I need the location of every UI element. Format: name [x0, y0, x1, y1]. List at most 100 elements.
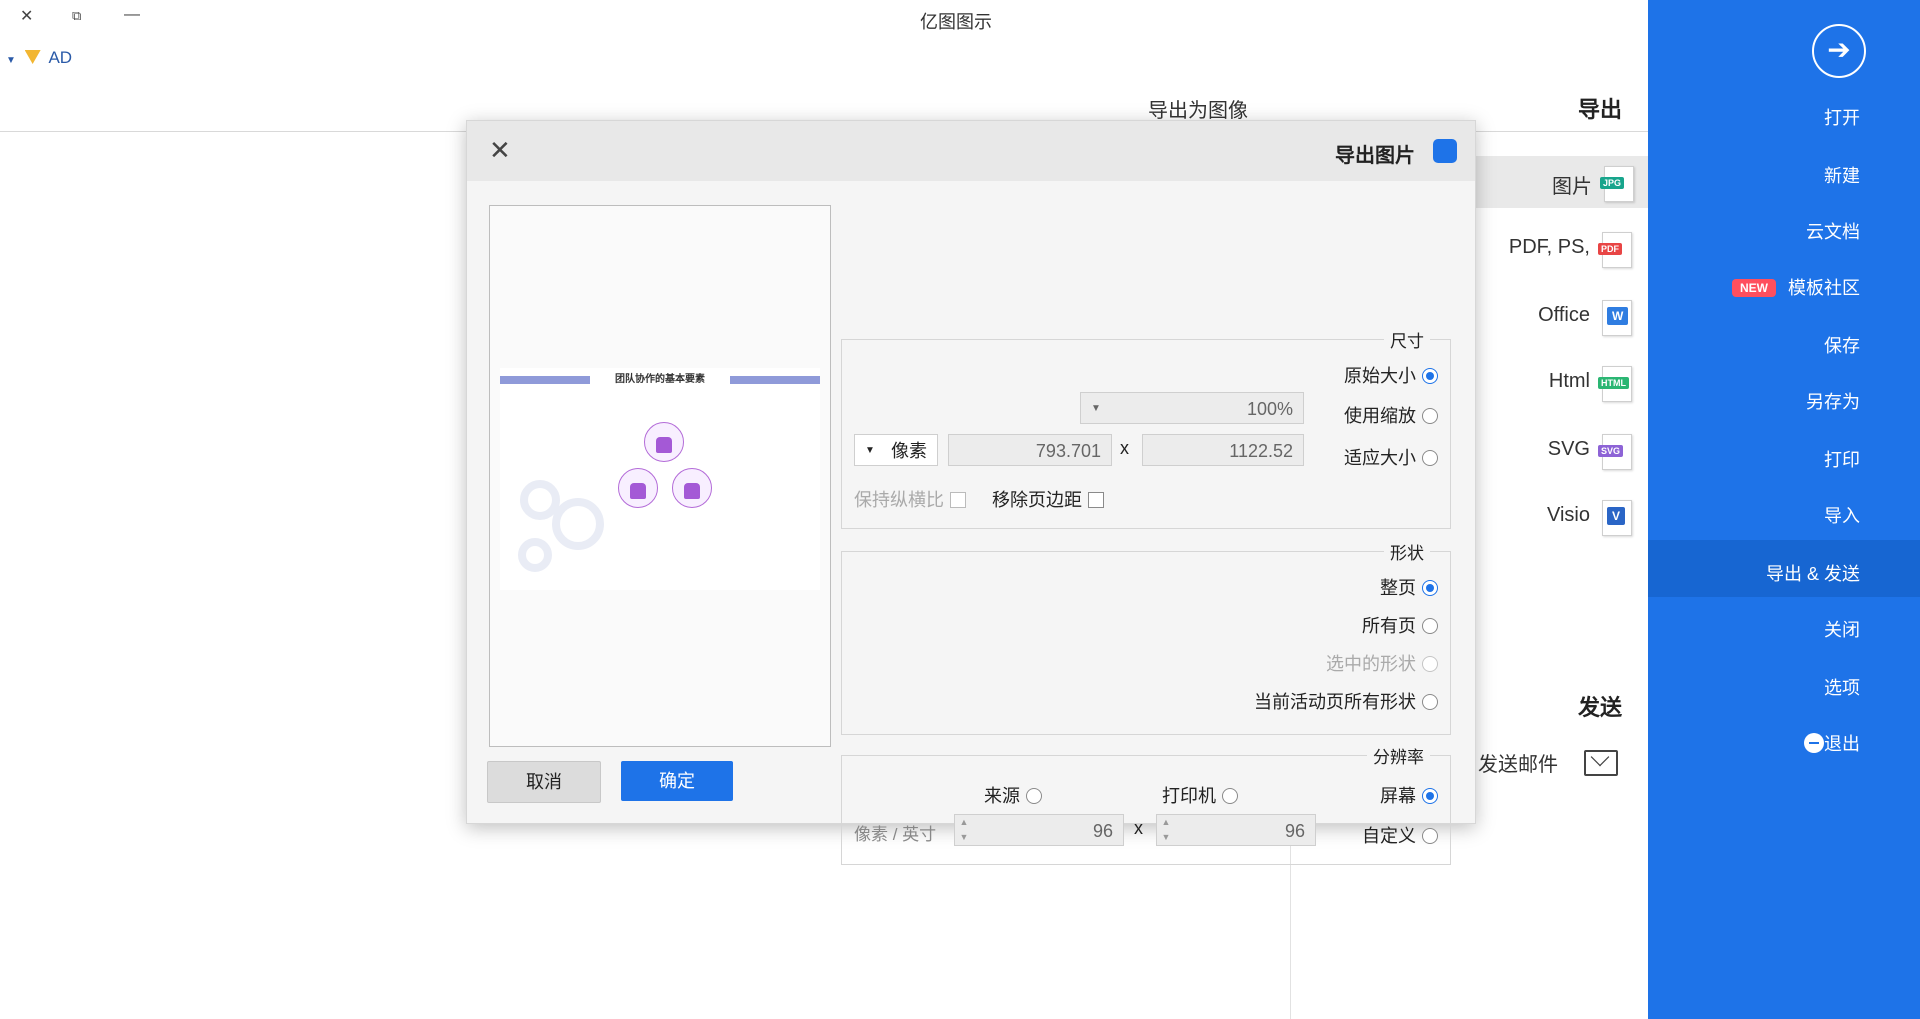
jpg-file-icon: JPG: [1600, 166, 1634, 202]
custom-option[interactable]: 自定义: [1362, 822, 1438, 848]
keep-ratio-option: 保持纵横比: [854, 486, 966, 512]
export-section-title: 导出: [1578, 97, 1623, 122]
chevron-down-icon: ▼: [865, 445, 875, 456]
use-scale-option[interactable]: 使用缩放: [1344, 402, 1438, 428]
radio-button[interactable]: [1026, 788, 1042, 804]
selected-shapes-option: 选中的形状: [1326, 650, 1438, 676]
filetype-office[interactable]: W Office: [1476, 290, 1646, 342]
radio-button[interactable]: [1422, 580, 1438, 596]
user-account[interactable]: ▼ AD: [6, 48, 72, 68]
original-size-option[interactable]: 原始大小: [1344, 362, 1438, 388]
filetype-image[interactable]: JPG 图片: [1470, 156, 1648, 208]
radio-button[interactable]: [1422, 788, 1438, 804]
sidebar-item-close[interactable]: 关闭: [1824, 616, 1860, 642]
new-badge: NEW: [1732, 279, 1776, 297]
checkbox: [950, 492, 966, 508]
height-input[interactable]: 793.701: [948, 434, 1112, 466]
user-name: AD: [48, 48, 73, 67]
radio-button: [1422, 656, 1438, 672]
sidebar-item-export-send[interactable]: 导出 & 发送: [1766, 560, 1860, 586]
vip-badge-icon: [24, 50, 41, 64]
team-node-icon: [644, 422, 684, 462]
svg-file-icon: SVG: [1598, 434, 1632, 470]
printer-option[interactable]: 打印机: [1162, 782, 1238, 808]
exit-icon: [1804, 733, 1824, 753]
restore-window-icon[interactable]: ⧉: [72, 8, 81, 24]
minimize-window-icon[interactable]: —: [124, 6, 140, 24]
sidebar-item-save-as[interactable]: 另存为: [1806, 388, 1860, 414]
gear-icon: [552, 498, 604, 550]
title-bar: ✕ ⧉ — 亿图图示: [0, 0, 1648, 40]
filetype-label: Html: [1548, 370, 1590, 392]
sidebar-item-cloud[interactable]: 云文档: [1806, 218, 1860, 244]
export-image-heading: 导出为图像: [1148, 100, 1248, 122]
dpi-x-input[interactable]: ▲ ▼ 96: [1156, 814, 1316, 846]
remove-margin-option[interactable]: 移除页边距: [992, 486, 1104, 512]
dimension-separator: x: [1120, 438, 1129, 458]
email-icon[interactable]: [1584, 750, 1618, 776]
radio-button[interactable]: [1422, 450, 1438, 466]
visio-file-icon: V: [1602, 500, 1632, 536]
radio-button[interactable]: [1422, 618, 1438, 634]
back-arrow-icon[interactable]: ➔: [1812, 24, 1866, 78]
dpi-separator: x: [1134, 818, 1143, 838]
preview-title: 团队协作的基本要素: [590, 370, 730, 390]
filetype-pdf[interactable]: PDF PDF, PS,: [1476, 222, 1646, 274]
radio-button[interactable]: [1222, 788, 1238, 804]
source-option[interactable]: 来源: [984, 782, 1042, 808]
shape-group: 形状 整页 所有页 选中的形状 当前活动页所有形状: [841, 539, 1451, 735]
all-pages-option[interactable]: 所有页: [1362, 612, 1438, 638]
spinner-icon[interactable]: ▲ ▼: [1159, 815, 1173, 845]
pdf-file-icon: PDF: [1598, 232, 1632, 268]
sidebar-item-new[interactable]: 新建: [1824, 162, 1860, 188]
chevron-down-icon[interactable]: ▼: [6, 55, 16, 66]
app-logo-icon: [1433, 139, 1457, 163]
app-title: 亿图图示: [920, 12, 992, 32]
send-email-label[interactable]: 发送邮件: [1478, 748, 1558, 777]
close-icon[interactable]: ✕: [489, 135, 511, 166]
filetype-label: 图片: [1552, 176, 1592, 198]
dpi-y-input[interactable]: ▲ ▼ 96: [954, 814, 1124, 846]
resolution-group: 分辨率 屏幕 打印机 来源 自定义 ▲ ▼ 96 x ▲ ▼ 96 像素 / 英寸: [841, 743, 1451, 865]
preview-diagram: 团队协作的基本要素: [500, 368, 820, 590]
radio-button[interactable]: [1422, 408, 1438, 424]
checkbox[interactable]: [1088, 492, 1104, 508]
radio-button[interactable]: [1422, 368, 1438, 384]
radio-button[interactable]: [1422, 694, 1438, 710]
ok-button[interactable]: 确定: [621, 761, 733, 801]
fit-size-option[interactable]: 适应大小: [1344, 444, 1438, 470]
team-node-icon: [618, 468, 658, 508]
sidebar-item-options[interactable]: 选项: [1824, 674, 1860, 700]
chevron-down-icon: ▼: [1091, 403, 1101, 414]
sidebar-item-templates[interactable]: NEW 模板社区: [1732, 274, 1860, 300]
filetype-label: PDF, PS,: [1508, 236, 1590, 258]
scale-select[interactable]: ▼ 100%: [1080, 392, 1304, 424]
sidebar-item-import[interactable]: 导入: [1824, 502, 1860, 528]
send-section-title: 发送: [1578, 695, 1623, 720]
width-input[interactable]: 1122.52: [1142, 434, 1304, 466]
unit-select[interactable]: ▼ 像素: [854, 434, 938, 466]
gear-icon: [518, 538, 552, 572]
radio-button[interactable]: [1422, 828, 1438, 844]
team-node-icon: [672, 468, 712, 508]
size-group-title: 尺寸: [1384, 327, 1430, 352]
size-group: 尺寸 原始大小 使用缩放 ▼ 100% 适应大小 1122.52 x 793.70…: [841, 327, 1451, 529]
screen-option[interactable]: 屏幕: [1380, 782, 1438, 808]
export-preview: 团队协作的基本要素: [489, 205, 831, 747]
spinner-icon[interactable]: ▲ ▼: [957, 815, 971, 845]
sidebar-item-open[interactable]: 打开: [1824, 104, 1860, 130]
close-window-icon[interactable]: ✕: [20, 6, 33, 26]
sidebar-item-save[interactable]: 保存: [1824, 332, 1860, 358]
sidebar-item-exit[interactable]: 退出: [1798, 730, 1860, 756]
filetype-label: Office: [1538, 304, 1590, 326]
shape-group-title: 形状: [1384, 539, 1430, 564]
active-page-shapes-option[interactable]: 当前活动页所有形状: [1254, 688, 1438, 714]
filetype-html[interactable]: HTML Html: [1476, 356, 1646, 408]
backstage-sidebar: [1648, 0, 1920, 1019]
filetype-svg[interactable]: SVG SVG: [1476, 424, 1646, 476]
cancel-button[interactable]: 取消: [487, 761, 601, 803]
filetype-visio[interactable]: V Visio: [1476, 490, 1646, 542]
filetype-label: SVG: [1547, 438, 1590, 460]
whole-page-option[interactable]: 整页: [1380, 574, 1438, 600]
sidebar-item-print[interactable]: 打印: [1824, 446, 1860, 472]
